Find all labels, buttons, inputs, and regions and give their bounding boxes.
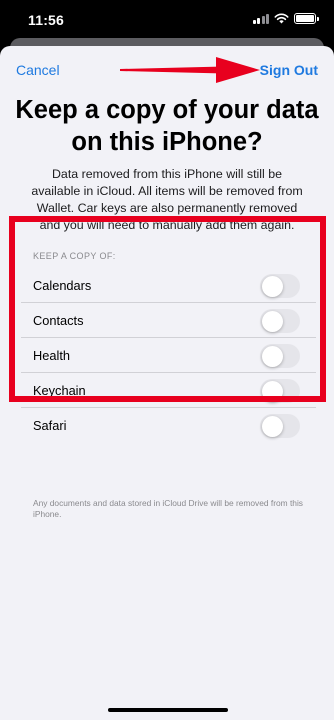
status-time: 11:56 [28, 12, 65, 28]
status-bar: 11:56 [0, 0, 334, 40]
footer-note: Any documents and data stored in iCloud … [33, 498, 303, 519]
cancel-button[interactable]: Cancel [16, 62, 60, 78]
annotation-arrow-icon [120, 57, 260, 83]
wifi-icon [274, 13, 289, 24]
list-item-label: Safari [33, 418, 67, 433]
battery-icon [294, 13, 319, 24]
status-icons [252, 13, 319, 24]
sign-out-button[interactable]: Sign Out [260, 62, 318, 78]
toggle-knob [261, 415, 283, 437]
page-title: Keep a copy of your data on this iPhone? [15, 96, 319, 156]
home-indicator[interactable] [108, 708, 228, 712]
annotation-highlight-frame [9, 216, 326, 402]
phone-screen: 11:56 Cancel Sign Out Keep a copy of you… [0, 0, 334, 720]
signal-icon [252, 13, 269, 24]
safari-toggle[interactable] [260, 414, 300, 438]
list-item-safari: Safari [21, 408, 316, 443]
